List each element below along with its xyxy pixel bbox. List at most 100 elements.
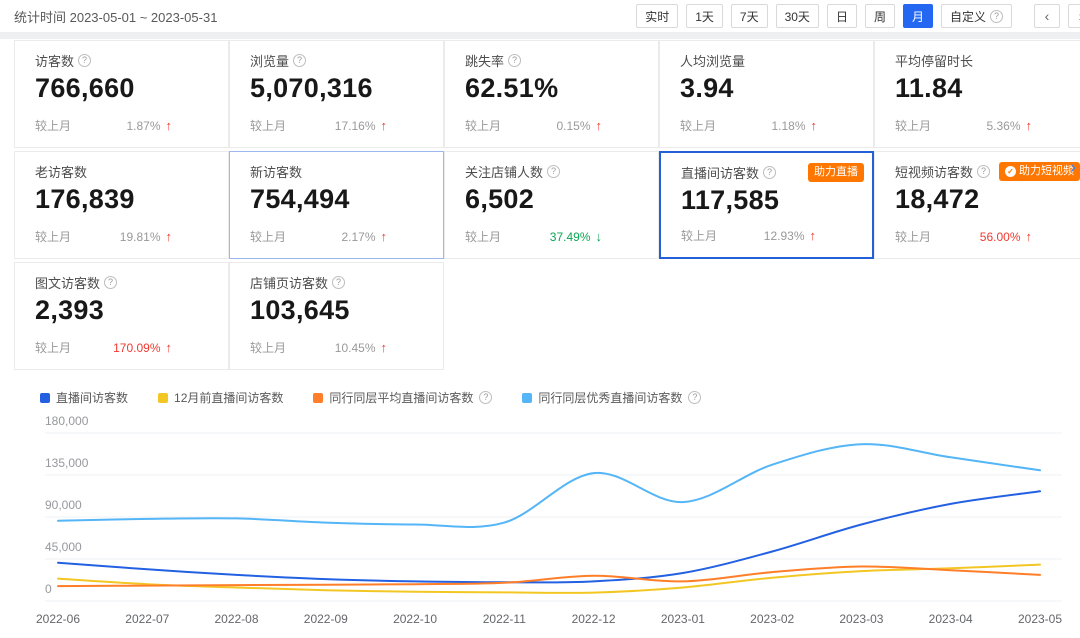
legend-swatch [40, 393, 50, 403]
compare-label: 较上月 [35, 117, 71, 134]
svg-text:2022-12: 2022-12 [572, 612, 616, 626]
compare-label: 较上月 [35, 228, 71, 245]
legend-swatch [313, 393, 323, 403]
compare-percent: 12.93% [764, 229, 805, 243]
metric-card-avg-stay-duration[interactable]: 平均停留时长 11.84 较上月 5.36%↑ [874, 40, 1080, 148]
compare-percent: 1.87% [126, 119, 160, 133]
filter-30day-button[interactable]: 30天 [776, 4, 819, 28]
help-icon[interactable]: ? [104, 276, 117, 289]
filter-custom-label: 自定义 [950, 8, 986, 25]
metric-title: 图文访客数 [35, 273, 100, 292]
boost-live-badge[interactable]: 助力直播 [808, 163, 864, 182]
compare-label: 较上月 [250, 117, 286, 134]
help-icon[interactable]: ? [78, 54, 91, 67]
boost-short-video-badge[interactable]: ✓ 助力短视频 [999, 162, 1080, 181]
metric-title: 浏览量 [250, 51, 289, 70]
compare-percent: 19.81% [120, 230, 161, 244]
legend-item-12mo-ago-live-room-visitors[interactable]: 12月前直播间访客数 [158, 389, 283, 406]
help-icon[interactable]: ? [332, 276, 345, 289]
stats-time-range: 统计时间 2023-05-01 ~ 2023-05-31 [14, 7, 217, 26]
metric-value: 103,645 [250, 295, 443, 326]
help-icon[interactable]: ? [688, 391, 701, 404]
svg-text:2022-07: 2022-07 [125, 612, 169, 626]
boost-short-video-label: 助力短视频 [1019, 166, 1074, 177]
trend-up-icon: ↑ [596, 118, 603, 133]
metric-card-returning-visitors[interactable]: 老访客数 176,839 较上月 19.81%↑ [14, 151, 229, 259]
compare-percent: 17.16% [335, 119, 376, 133]
metric-value: 754,494 [250, 184, 443, 215]
metric-value: 766,660 [35, 73, 228, 104]
filter-realtime-button[interactable]: 实时 [636, 4, 678, 28]
metric-value: 117,585 [681, 185, 872, 216]
metric-card-short-video-visitors[interactable]: 短视频访客数 ? ✓ 助力短视频 18,472 较上月 56.00%↑ [874, 151, 1080, 259]
metric-value: 176,839 [35, 184, 228, 215]
metric-title: 人均浏览量 [680, 51, 745, 70]
cards-more-chevron-icon[interactable]: › [1070, 158, 1076, 176]
compare-percent: 10.45% [335, 341, 376, 355]
metric-value: 6,502 [465, 184, 658, 215]
svg-text:2023-01: 2023-01 [661, 612, 705, 626]
help-icon[interactable]: ? [508, 54, 521, 67]
metric-card-image-text-visitors[interactable]: 图文访客数 ? 2,393 较上月 170.09%↑ [14, 262, 229, 370]
metric-value: 62.51% [465, 73, 658, 104]
compare-label: 较上月 [250, 339, 286, 356]
metric-card-new-visitors[interactable]: 新访客数 754,494 较上月 2.17%↑ [229, 151, 444, 259]
help-icon[interactable]: ? [977, 165, 990, 178]
prev-period-button[interactable]: ‹ [1034, 4, 1060, 28]
filter-7day-button[interactable]: 7天 [731, 4, 768, 28]
legend-item-live-room-visitors[interactable]: 直播间访客数 [40, 389, 128, 406]
filter-1day-button[interactable]: 1天 [686, 4, 723, 28]
svg-text:2023-04: 2023-04 [929, 612, 973, 626]
metric-card-visitors[interactable]: 访客数 ? 766,660 较上月 1.87%↑ [14, 40, 229, 148]
svg-text:2022-10: 2022-10 [393, 612, 437, 626]
metric-card-shop-page-visitors[interactable]: 店铺页访客数 ? 103,645 较上月 10.45%↑ [229, 262, 444, 370]
compare-label: 较上月 [35, 339, 71, 356]
metric-card-avg-pageviews[interactable]: 人均浏览量 3.94 较上月 1.18%↑ [659, 40, 874, 148]
metric-title: 店铺页访客数 [250, 273, 328, 292]
compare-percent: 37.49% [550, 230, 591, 244]
trend-line-chart: 045,00090,000135,000180,0002022-062022-0… [0, 407, 1080, 633]
next-period-button[interactable]: › [1068, 4, 1080, 28]
filter-day-button[interactable]: 日 [827, 4, 857, 28]
svg-text:90,000: 90,000 [45, 498, 82, 512]
metric-title: 关注店铺人数 [465, 162, 543, 181]
metric-title: 平均停留时长 [895, 51, 973, 70]
metric-card-live-room-visitors[interactable]: 直播间访客数 ? 助力直播 117,585 较上月 12.93%↑ [659, 151, 874, 259]
metric-value: 5,070,316 [250, 73, 443, 104]
filter-month-button[interactable]: 月 [903, 4, 933, 28]
help-icon[interactable]: ? [763, 166, 776, 179]
legend-label: 同行同层优秀直播间访客数 [538, 389, 682, 406]
compare-percent: 5.36% [986, 119, 1020, 133]
check-shield-icon: ✓ [1005, 166, 1016, 177]
filter-custom-button[interactable]: 自定义 ? [941, 4, 1012, 28]
help-icon: ? [990, 10, 1003, 23]
svg-text:2022-11: 2022-11 [483, 612, 526, 626]
compare-label: 较上月 [895, 228, 931, 245]
section-divider [0, 32, 1080, 39]
compare-percent: 170.09% [113, 341, 160, 355]
help-icon[interactable]: ? [547, 165, 560, 178]
chart-legend: 直播间访客数 12月前直播间访客数 同行同层平均直播间访客数 ? 同行同层优秀直… [40, 390, 1080, 405]
svg-text:2022-06: 2022-06 [36, 612, 80, 626]
compare-percent: 2.17% [341, 230, 375, 244]
compare-label: 较上月 [680, 117, 716, 134]
legend-swatch [158, 393, 168, 403]
help-icon[interactable]: ? [293, 54, 306, 67]
compare-percent: 56.00% [980, 230, 1021, 244]
legend-item-peer-excellent[interactable]: 同行同层优秀直播间访客数 ? [522, 389, 701, 406]
svg-text:2023-02: 2023-02 [750, 612, 794, 626]
filter-week-button[interactable]: 周 [865, 4, 895, 28]
metric-card-bounce-rate[interactable]: 跳失率 ? 62.51% 较上月 0.15%↑ [444, 40, 659, 148]
metric-card-shop-followers[interactable]: 关注店铺人数 ? 6,502 较上月 37.49%↓ [444, 151, 659, 259]
svg-text:2022-08: 2022-08 [214, 612, 258, 626]
metric-card-pageviews[interactable]: 浏览量 ? 5,070,316 较上月 17.16%↑ [229, 40, 444, 148]
compare-percent: 0.15% [556, 119, 590, 133]
metric-title: 短视频访客数 [895, 162, 973, 181]
legend-label: 直播间访客数 [56, 389, 128, 406]
legend-label: 同行同层平均直播间访客数 [329, 389, 473, 406]
svg-text:45,000: 45,000 [45, 540, 82, 554]
legend-item-peer-average[interactable]: 同行同层平均直播间访客数 ? [313, 389, 492, 406]
metric-cards-grid: 访客数 ? 766,660 较上月 1.87%↑ 浏览量 ? 5,070,316… [14, 40, 1080, 370]
svg-text:2022-09: 2022-09 [304, 612, 348, 626]
help-icon[interactable]: ? [479, 391, 492, 404]
